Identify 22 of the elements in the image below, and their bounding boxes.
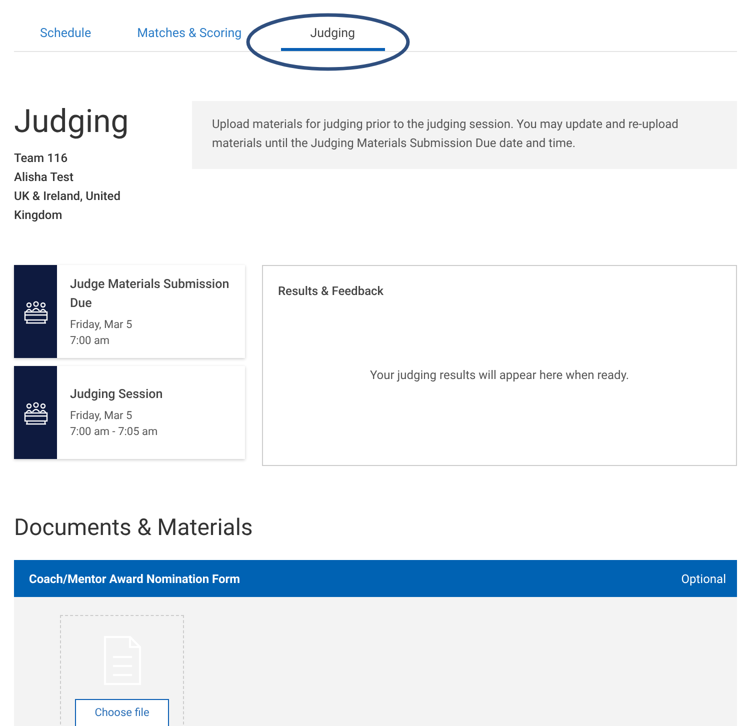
- nav-tab[interactable]: Schedule: [17, 0, 114, 51]
- event-time: 7:00 am - 7:05 am: [70, 424, 159, 440]
- notice-panel: Upload materials for judging prior to the judging session. You may update and re-upload materials until the Judging Materials Submission Due date and time.: [192, 101, 737, 169]
- results-title: Results & Feedback: [278, 283, 385, 300]
- results-message: Your judging results will appear here when ready.: [368, 367, 630, 384]
- choose-file-button[interactable]: Choose file: [75, 699, 169, 726]
- nav-tab[interactable]: Matches & Scoring: [114, 0, 265, 51]
- event-title: Judge Materials Submission Due: [70, 276, 230, 312]
- event-time: 7:00 am: [70, 332, 111, 348]
- judges-panel-icon: [22, 400, 48, 426]
- nav-tab[interactable]: Judging: [280, 0, 385, 51]
- event-title: Judging Session: [70, 386, 164, 404]
- page-title: Judging: [14, 103, 130, 139]
- judges-panel-icon: [22, 298, 48, 324]
- optional-label: Optional: [681, 570, 726, 588]
- team-info-line: Team 116: [14, 150, 69, 167]
- event-date: Friday, Mar 5: [70, 316, 134, 332]
- document-title: Coach/Mentor Award Nomination Form: [29, 570, 240, 588]
- team-info-line: Alisha Test: [14, 169, 74, 186]
- section-title: Documents & Materials: [14, 513, 254, 543]
- event-date: Friday, Mar 5: [70, 408, 134, 424]
- team-info-line: UK & Ireland, United Kingdom: [14, 188, 122, 224]
